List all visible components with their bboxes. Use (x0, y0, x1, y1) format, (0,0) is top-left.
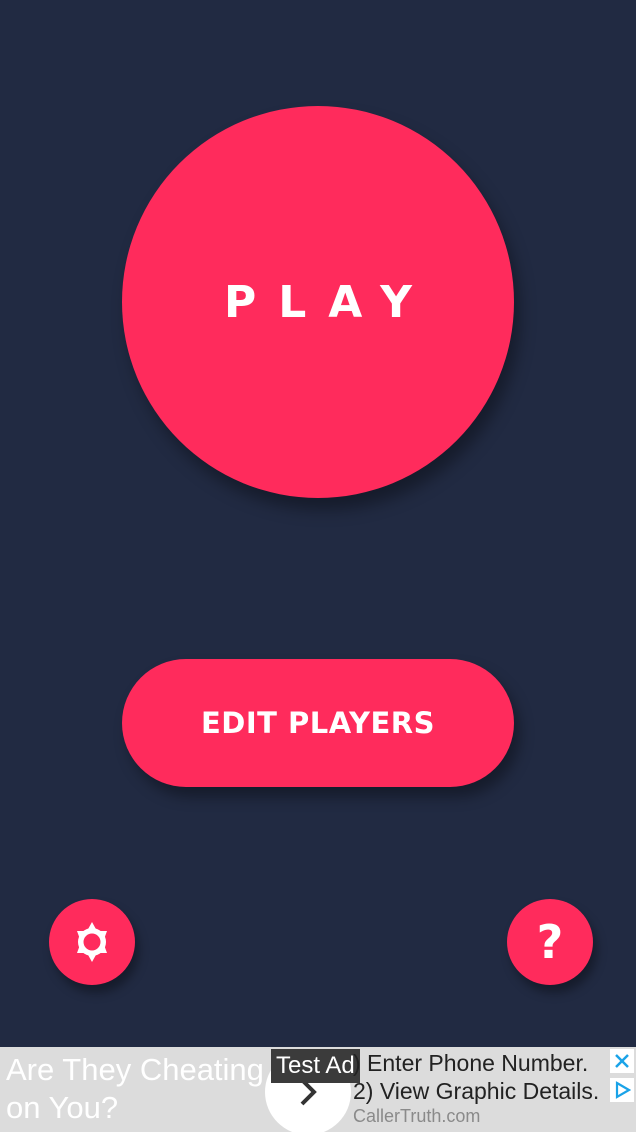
ad-close-button[interactable] (610, 1049, 634, 1073)
main-screen: PLAY EDIT PLAYERS ? Are They Cheating on… (0, 0, 636, 1132)
edit-players-label: EDIT PLAYERS (201, 706, 435, 740)
edit-players-button[interactable]: EDIT PLAYERS (122, 659, 514, 787)
ad-text-line-2: 2) View Graphic Details. (353, 1078, 600, 1104)
settings-button[interactable] (49, 899, 135, 985)
help-button[interactable]: ? (507, 899, 593, 985)
ad-headline: Are They Cheating on You? (6, 1052, 264, 1125)
play-label: PLAY (224, 276, 434, 328)
question-icon: ? (536, 915, 564, 969)
ad-choices-button[interactable] (610, 1078, 634, 1102)
gear-icon (77, 922, 107, 962)
ad-url: CallerTruth.com (353, 1106, 481, 1126)
test-ad-badge: Test Ad (271, 1049, 360, 1083)
ad-text-line-1: ) Enter Phone Number. (353, 1050, 589, 1076)
close-icon (615, 1054, 629, 1068)
ad-banner[interactable]: Are They Cheating on You? Test Ad ) Ente… (0, 1047, 636, 1132)
play-button[interactable]: PLAY (122, 106, 514, 498)
ad-choices-icon (615, 1081, 631, 1099)
